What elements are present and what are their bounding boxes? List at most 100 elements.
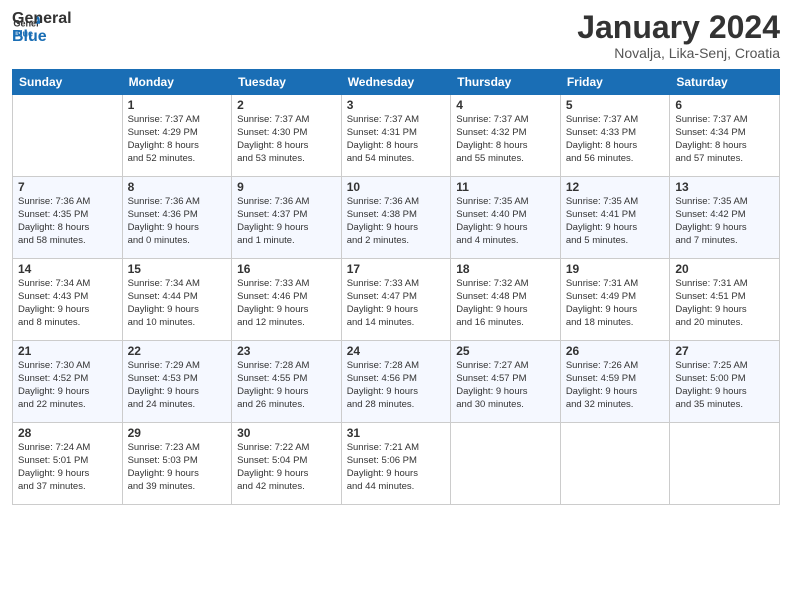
calendar-table: Sunday Monday Tuesday Wednesday Thursday… <box>12 69 780 505</box>
calendar-cell <box>670 423 780 505</box>
logo-general-text: General <box>12 10 72 28</box>
day-number: 14 <box>18 262 117 276</box>
day-info: Sunrise: 7:24 AM Sunset: 5:01 PM Dayligh… <box>18 442 117 493</box>
day-number: 27 <box>675 344 774 358</box>
calendar-cell: 13 Sunrise: 7:35 AM Sunset: 4:42 PM Dayli… <box>670 177 780 259</box>
day-number: 31 <box>347 426 446 440</box>
day-info: Sunrise: 7:35 AM Sunset: 4:41 PM Dayligh… <box>566 196 665 247</box>
calendar-cell: 26 Sunrise: 7:26 AM Sunset: 4:59 PM Dayli… <box>560 341 670 423</box>
calendar-cell: 24Sunrise: 7:28 AM Sunset: 4:56 PM Dayli… <box>341 341 451 423</box>
day-number: 22 <box>128 344 227 358</box>
day-info: Sunrise: 7:37 AM Sunset: 4:32 PM Dayligh… <box>456 114 555 165</box>
calendar-cell: 22 Sunrise: 7:29 AM Sunset: 4:53 PM Dayli… <box>122 341 232 423</box>
day-info: Sunrise: 7:37 AM Sunset: 4:33 PM Dayligh… <box>566 114 665 165</box>
calendar-cell: 20 Sunrise: 7:31 AM Sunset: 4:51 PM Dayli… <box>670 259 780 341</box>
day-info: Sunrise: 7:36 AM Sunset: 4:38 PM Dayligh… <box>347 196 446 247</box>
day-info: Sunrise: 7:33 AM Sunset: 4:47 PM Dayligh… <box>347 278 446 329</box>
calendar-week-5: 28 Sunrise: 7:24 AM Sunset: 5:01 PM Dayli… <box>13 423 780 505</box>
day-number: 1 <box>128 98 227 112</box>
calendar-week-4: 21 Sunrise: 7:30 AM Sunset: 4:52 PM Dayli… <box>13 341 780 423</box>
day-number: 2 <box>237 98 336 112</box>
day-info: Sunrise: 7:23 AM Sunset: 5:03 PM Dayligh… <box>128 442 227 493</box>
col-tuesday: Tuesday <box>232 70 342 95</box>
col-sunday: Sunday <box>13 70 123 95</box>
day-number: 12 <box>566 180 665 194</box>
day-info: Sunrise: 7:30 AM Sunset: 4:52 PM Dayligh… <box>18 360 117 411</box>
day-number: 25 <box>456 344 555 358</box>
day-info: Sunrise: 7:33 AM Sunset: 4:46 PM Dayligh… <box>237 278 336 329</box>
day-info: Sunrise: 7:37 AM Sunset: 4:30 PM Dayligh… <box>237 114 336 165</box>
calendar-cell: 10 Sunrise: 7:36 AM Sunset: 4:38 PM Dayli… <box>341 177 451 259</box>
day-info: Sunrise: 7:31 AM Sunset: 4:49 PM Dayligh… <box>566 278 665 329</box>
calendar-cell: 31 Sunrise: 7:21 AM Sunset: 5:06 PM Dayli… <box>341 423 451 505</box>
calendar-week-2: 7 Sunrise: 7:36 AM Sunset: 4:35 PM Daylig… <box>13 177 780 259</box>
calendar-cell: 8 Sunrise: 7:36 AM Sunset: 4:36 PM Daylig… <box>122 177 232 259</box>
calendar-cell: 18Sunrise: 7:32 AM Sunset: 4:48 PM Dayli… <box>451 259 561 341</box>
day-number: 24 <box>347 344 446 358</box>
calendar-cell: 1Sunrise: 7:37 AM Sunset: 4:29 PM Daylig… <box>122 95 232 177</box>
day-number: 7 <box>18 180 117 194</box>
calendar-cell: 17 Sunrise: 7:33 AM Sunset: 4:47 PM Dayli… <box>341 259 451 341</box>
day-number: 20 <box>675 262 774 276</box>
col-wednesday: Wednesday <box>341 70 451 95</box>
calendar-cell: 28 Sunrise: 7:24 AM Sunset: 5:01 PM Dayli… <box>13 423 123 505</box>
day-info: Sunrise: 7:35 AM Sunset: 4:42 PM Dayligh… <box>675 196 774 247</box>
calendar-cell: 25Sunrise: 7:27 AM Sunset: 4:57 PM Dayli… <box>451 341 561 423</box>
day-number: 8 <box>128 180 227 194</box>
col-saturday: Saturday <box>670 70 780 95</box>
day-info: Sunrise: 7:35 AM Sunset: 4:40 PM Dayligh… <box>456 196 555 247</box>
calendar-cell: 27 Sunrise: 7:25 AM Sunset: 5:00 PM Dayli… <box>670 341 780 423</box>
calendar-cell: 7 Sunrise: 7:36 AM Sunset: 4:35 PM Daylig… <box>13 177 123 259</box>
calendar-cell <box>451 423 561 505</box>
day-info: Sunrise: 7:36 AM Sunset: 4:37 PM Dayligh… <box>237 196 336 247</box>
calendar-cell: 16 Sunrise: 7:33 AM Sunset: 4:46 PM Dayli… <box>232 259 342 341</box>
day-info: Sunrise: 7:36 AM Sunset: 4:36 PM Dayligh… <box>128 196 227 247</box>
day-info: Sunrise: 7:31 AM Sunset: 4:51 PM Dayligh… <box>675 278 774 329</box>
day-info: Sunrise: 7:29 AM Sunset: 4:53 PM Dayligh… <box>128 360 227 411</box>
day-number: 5 <box>566 98 665 112</box>
day-number: 15 <box>128 262 227 276</box>
day-info: Sunrise: 7:21 AM Sunset: 5:06 PM Dayligh… <box>347 442 446 493</box>
month-title: January 2024 <box>577 10 780 45</box>
calendar-cell <box>560 423 670 505</box>
day-number: 6 <box>675 98 774 112</box>
calendar-cell: 6 Sunrise: 7:37 AM Sunset: 4:34 PM Daylig… <box>670 95 780 177</box>
day-info: Sunrise: 7:26 AM Sunset: 4:59 PM Dayligh… <box>566 360 665 411</box>
day-info: Sunrise: 7:34 AM Sunset: 4:43 PM Dayligh… <box>18 278 117 329</box>
day-info: Sunrise: 7:37 AM Sunset: 4:34 PM Dayligh… <box>675 114 774 165</box>
day-number: 19 <box>566 262 665 276</box>
day-number: 16 <box>237 262 336 276</box>
calendar-cell: 4 Sunrise: 7:37 AM Sunset: 4:32 PM Daylig… <box>451 95 561 177</box>
day-info: Sunrise: 7:32 AM Sunset: 4:48 PM Dayligh… <box>456 278 555 329</box>
calendar-week-1: 1Sunrise: 7:37 AM Sunset: 4:29 PM Daylig… <box>13 95 780 177</box>
day-info: Sunrise: 7:36 AM Sunset: 4:35 PM Dayligh… <box>18 196 117 247</box>
calendar-cell <box>13 95 123 177</box>
calendar-cell: 29 Sunrise: 7:23 AM Sunset: 5:03 PM Dayli… <box>122 423 232 505</box>
calendar-cell: 5 Sunrise: 7:37 AM Sunset: 4:33 PM Daylig… <box>560 95 670 177</box>
day-number: 10 <box>347 180 446 194</box>
col-monday: Monday <box>122 70 232 95</box>
day-number: 28 <box>18 426 117 440</box>
calendar-cell: 14 Sunrise: 7:34 AM Sunset: 4:43 PM Dayli… <box>13 259 123 341</box>
day-number: 3 <box>347 98 446 112</box>
title-section: January 2024 Novalja, Lika-Senj, Croatia <box>577 10 780 61</box>
calendar-week-3: 14 Sunrise: 7:34 AM Sunset: 4:43 PM Dayli… <box>13 259 780 341</box>
day-number: 23 <box>237 344 336 358</box>
day-number: 26 <box>566 344 665 358</box>
day-number: 21 <box>18 344 117 358</box>
day-number: 9 <box>237 180 336 194</box>
day-number: 17 <box>347 262 446 276</box>
col-thursday: Thursday <box>451 70 561 95</box>
calendar-cell: 2 Sunrise: 7:37 AM Sunset: 4:30 PM Daylig… <box>232 95 342 177</box>
logo: General Blue General Blue <box>12 10 72 45</box>
calendar-cell: 23Sunrise: 7:28 AM Sunset: 4:55 PM Dayli… <box>232 341 342 423</box>
day-number: 13 <box>675 180 774 194</box>
day-info: Sunrise: 7:25 AM Sunset: 5:00 PM Dayligh… <box>675 360 774 411</box>
calendar-cell: 3Sunrise: 7:37 AM Sunset: 4:31 PM Daylig… <box>341 95 451 177</box>
day-number: 4 <box>456 98 555 112</box>
calendar-cell: 15Sunrise: 7:34 AM Sunset: 4:44 PM Dayli… <box>122 259 232 341</box>
calendar-cell: 12 Sunrise: 7:35 AM Sunset: 4:41 PM Dayli… <box>560 177 670 259</box>
day-info: Sunrise: 7:22 AM Sunset: 5:04 PM Dayligh… <box>237 442 336 493</box>
day-number: 29 <box>128 426 227 440</box>
calendar-cell: 11Sunrise: 7:35 AM Sunset: 4:40 PM Dayli… <box>451 177 561 259</box>
